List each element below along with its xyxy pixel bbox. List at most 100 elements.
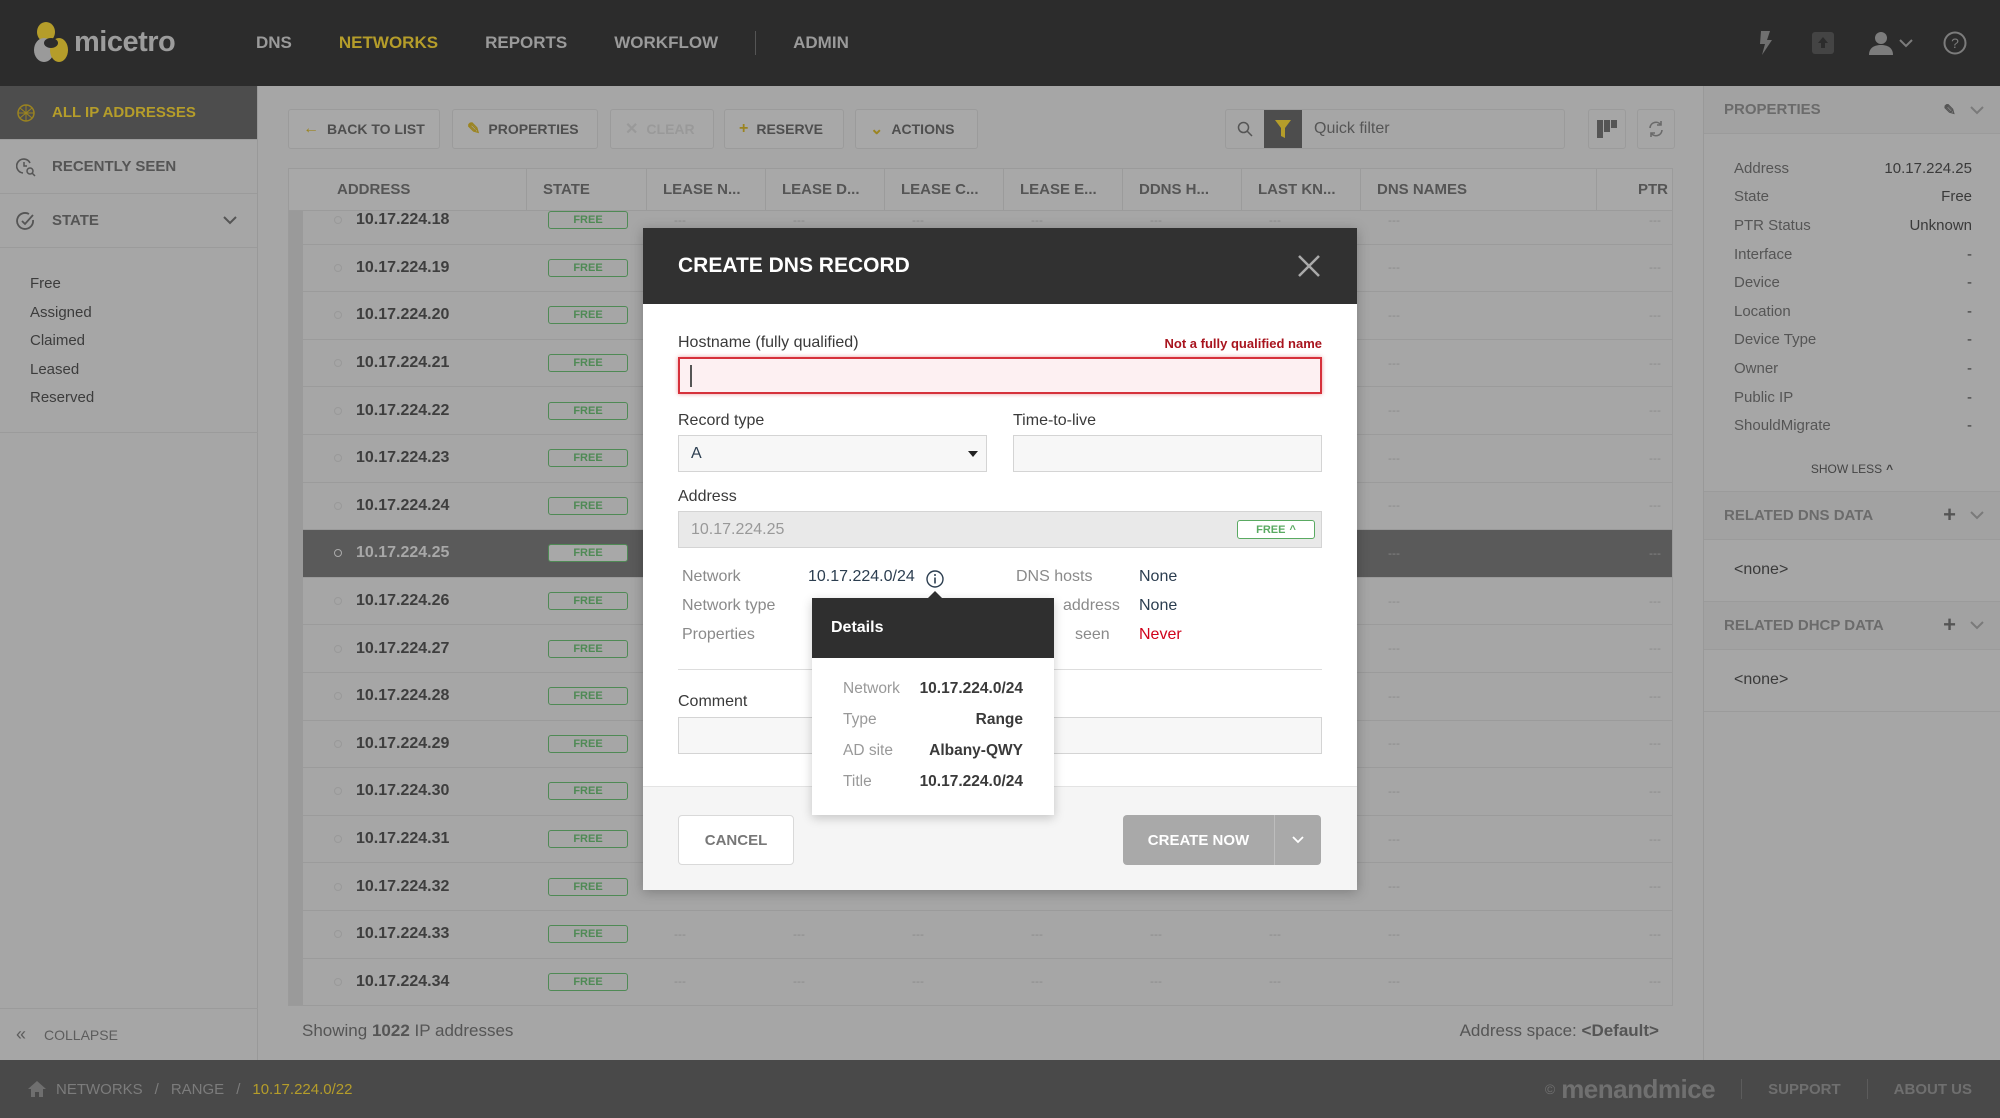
showing-count: Showing 1022 IP addresses xyxy=(302,1021,513,1041)
help-icon[interactable]: ? xyxy=(1940,28,1970,58)
plus-icon: + xyxy=(739,120,749,137)
row-radio[interactable] xyxy=(334,216,342,225)
nav-admin[interactable]: ADMIN xyxy=(793,33,849,53)
empty-cell: --- xyxy=(1388,594,1400,608)
state-option-assigned[interactable]: Assigned xyxy=(30,299,257,328)
clear-button[interactable]: ✕ CLEAR xyxy=(610,109,714,149)
row-radio[interactable] xyxy=(334,549,342,558)
lightning-icon[interactable] xyxy=(1750,28,1780,58)
breadcrumb-range[interactable]: RANGE xyxy=(171,1081,224,1098)
empty-cell: --- xyxy=(793,975,805,989)
hostname-input[interactable] xyxy=(678,357,1322,394)
sidebar-item-all-ip-addresses[interactable]: ALL IP ADDRESSES xyxy=(0,86,257,140)
create-options-dropdown[interactable] xyxy=(1274,815,1321,865)
row-radio[interactable] xyxy=(334,454,342,463)
close-button[interactable] xyxy=(1291,248,1327,284)
reserve-button[interactable]: + RESERVE xyxy=(724,109,844,149)
property-key: Location xyxy=(1734,302,1791,320)
row-radio[interactable] xyxy=(334,692,342,701)
create-now-button[interactable]: CREATE NOW xyxy=(1123,815,1321,865)
chevron-down-icon[interactable] xyxy=(1970,510,1984,520)
actions-button[interactable]: ⌄ ACTIONS xyxy=(855,109,978,149)
chevron-down-icon[interactable] xyxy=(1970,105,1984,115)
empty-cell: --- xyxy=(793,213,805,227)
row-radio[interactable] xyxy=(334,739,342,748)
dialog-header: CREATE DNS RECORD xyxy=(643,228,1357,304)
show-less-button[interactable]: SHOW LESS ^ xyxy=(1704,448,2000,492)
upload-box-icon[interactable] xyxy=(1808,28,1838,58)
row-radio[interactable] xyxy=(334,882,342,891)
property-value: - xyxy=(1967,359,1972,377)
address-cell: 10.17.224.30 xyxy=(356,782,450,800)
record-type-select[interactable]: A xyxy=(678,435,987,472)
network-info-value[interactable]: 10.17.224.0/24 xyxy=(808,568,915,586)
state-badge: FREE xyxy=(548,592,628,611)
plus-icon[interactable]: + xyxy=(1943,502,1956,528)
breadcrumb-networks[interactable]: NETWORKS xyxy=(56,1081,143,1098)
empty-cell: --- xyxy=(1150,213,1162,227)
state-option-claimed[interactable]: Claimed xyxy=(30,327,257,356)
refresh-button[interactable] xyxy=(1637,109,1675,149)
state-badge: FREE xyxy=(548,830,628,849)
back-to-list-button[interactable]: ← BACK TO LIST xyxy=(288,109,440,149)
info-icon[interactable] xyxy=(926,570,944,593)
row-radio[interactable] xyxy=(334,930,342,939)
network-type-label: Network type xyxy=(682,597,776,614)
sidebar-item-recently-seen[interactable]: RECENTLY SEEN xyxy=(0,140,257,194)
home-icon[interactable] xyxy=(28,1081,46,1097)
menandmice-logo[interactable]: menandmice xyxy=(1561,1074,1715,1105)
row-radio[interactable] xyxy=(334,406,342,415)
table-row[interactable]: 10.17.224.33 FREE --- --- --- --- --- --- --- --- xyxy=(303,911,1672,959)
nav-workflow[interactable]: WORKFLOW xyxy=(614,33,718,53)
divider xyxy=(1866,1079,1868,1099)
address-state-badge[interactable]: FREE ^ xyxy=(1237,520,1315,539)
empty-cell: --- xyxy=(1388,642,1400,656)
empty-cell: --- xyxy=(1388,546,1400,560)
filter-funnel-icon[interactable] xyxy=(1264,110,1302,148)
row-radio[interactable] xyxy=(334,501,342,510)
user-menu[interactable] xyxy=(1866,28,1916,58)
state-option-free[interactable]: Free xyxy=(30,270,257,299)
edit-pencil-icon[interactable]: ✎ xyxy=(1943,101,1956,119)
row-radio[interactable] xyxy=(334,644,342,653)
row-radio[interactable] xyxy=(334,311,342,320)
cancel-button[interactable]: CANCEL xyxy=(678,815,794,865)
chevron-down-icon[interactable] xyxy=(223,212,237,229)
nav-dns[interactable]: DNS xyxy=(256,33,292,53)
quick-filter-input[interactable] xyxy=(1302,120,1564,138)
support-link[interactable]: SUPPORT xyxy=(1768,1081,1841,1098)
state-option-reserved[interactable]: Reserved xyxy=(30,384,257,413)
address-cell: 10.17.224.20 xyxy=(356,306,450,324)
state-badge: FREE xyxy=(548,925,628,944)
nav-networks[interactable]: NETWORKS xyxy=(339,33,438,53)
state-badge: FREE xyxy=(548,972,628,991)
ttl-label: Time-to-live xyxy=(1013,412,1096,429)
micetro-logo[interactable]: micetro xyxy=(32,20,176,64)
row-radio[interactable] xyxy=(334,263,342,272)
state-option-leased[interactable]: Leased xyxy=(30,356,257,385)
empty-cell: --- xyxy=(1269,213,1281,227)
about-us-link[interactable]: ABOUT US xyxy=(1894,1081,1972,1098)
chevron-down-icon[interactable] xyxy=(1970,620,1984,630)
svg-text:?: ? xyxy=(1951,35,1959,51)
row-radio[interactable] xyxy=(334,597,342,606)
sidebar-item-state[interactable]: STATE xyxy=(0,194,257,248)
address-space-value[interactable]: <Default> xyxy=(1582,1021,1659,1040)
properties-button[interactable]: ✎ PROPERTIES xyxy=(452,109,598,149)
ttl-input[interactable] xyxy=(1013,435,1322,472)
table-row[interactable]: 10.17.224.34 FREE --- --- --- --- --- --- --- --- xyxy=(303,959,1672,1006)
row-radio[interactable] xyxy=(334,787,342,796)
row-radio[interactable] xyxy=(334,977,342,986)
row-radio[interactable] xyxy=(334,835,342,844)
plus-icon[interactable]: + xyxy=(1943,612,1956,638)
search-icon[interactable] xyxy=(1226,121,1264,137)
arrow-left-icon: ← xyxy=(303,120,319,137)
nav-reports[interactable]: REPORTS xyxy=(485,33,567,53)
chevron-up-icon: ^ xyxy=(1289,523,1296,536)
close-icon: ✕ xyxy=(625,121,639,138)
chevron-down-icon xyxy=(1899,39,1913,48)
row-radio[interactable] xyxy=(334,359,342,368)
top-navigation-bar: micetro DNS NETWORKS REPORTS WORKFLOW AD… xyxy=(0,0,2000,86)
collapse-button[interactable]: « COLLAPSE xyxy=(0,1008,258,1060)
column-layout-button[interactable] xyxy=(1588,109,1626,149)
